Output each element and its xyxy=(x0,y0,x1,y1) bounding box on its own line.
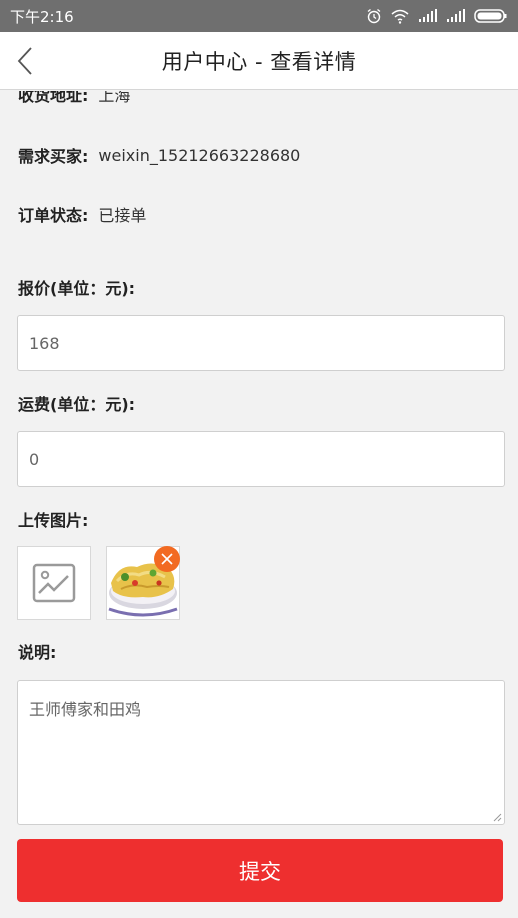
add-image-button[interactable] xyxy=(17,546,91,620)
alarm-icon xyxy=(367,8,381,24)
status-row: 订单状态: 已接单 xyxy=(18,202,146,226)
back-button[interactable] xyxy=(10,44,40,78)
chevron-left-icon xyxy=(17,47,32,75)
remove-image-button[interactable] xyxy=(154,546,180,572)
uploaded-image-thumbnail[interactable] xyxy=(106,546,180,620)
resize-grip-icon[interactable] xyxy=(492,812,502,822)
shipping-input[interactable]: 0 xyxy=(17,431,505,487)
description-text: 王师傅家和田鸡 xyxy=(29,700,142,719)
description-label: 说明: xyxy=(18,643,57,662)
price-input[interactable]: 168 xyxy=(17,315,505,371)
order-detail-content[interactable]: 收货地址: 上海 需求买家: weixin_15212663228680 订单状… xyxy=(0,91,518,918)
submit-button[interactable]: 提交 xyxy=(17,839,503,902)
status-value: 已接单 xyxy=(98,206,147,225)
buyer-row: 需求买家: weixin_15212663228680 xyxy=(18,143,300,167)
image-placeholder-icon xyxy=(32,563,76,603)
address-label: 收货地址: xyxy=(18,91,89,105)
page-title: 用户中心 - 查看详情 xyxy=(161,49,357,74)
status-bar: 下午2:16 xyxy=(0,0,518,32)
shipping-label: 运费(单位：元): xyxy=(18,395,136,414)
status-icons xyxy=(366,8,508,24)
battery-icon xyxy=(474,9,507,23)
address-row: 收货地址: 上海 xyxy=(18,91,130,106)
close-icon xyxy=(161,553,173,565)
status-label: 订单状态: xyxy=(18,206,89,225)
status-time: 下午2:16 xyxy=(10,7,74,26)
signal-icon xyxy=(447,9,465,22)
buyer-value: weixin_15212663228680 xyxy=(98,145,301,165)
price-label: 报价(单位：元): xyxy=(18,279,136,298)
wifi-icon xyxy=(391,9,409,24)
buyer-label: 需求买家: xyxy=(18,147,89,166)
navigation-bar: 用户中心 - 查看详情 xyxy=(0,32,518,90)
address-value: 上海 xyxy=(98,91,131,105)
description-textarea[interactable]: 王师傅家和田鸡 xyxy=(17,680,505,825)
upload-label: 上传图片: xyxy=(18,511,89,530)
signal-icon xyxy=(419,9,437,22)
